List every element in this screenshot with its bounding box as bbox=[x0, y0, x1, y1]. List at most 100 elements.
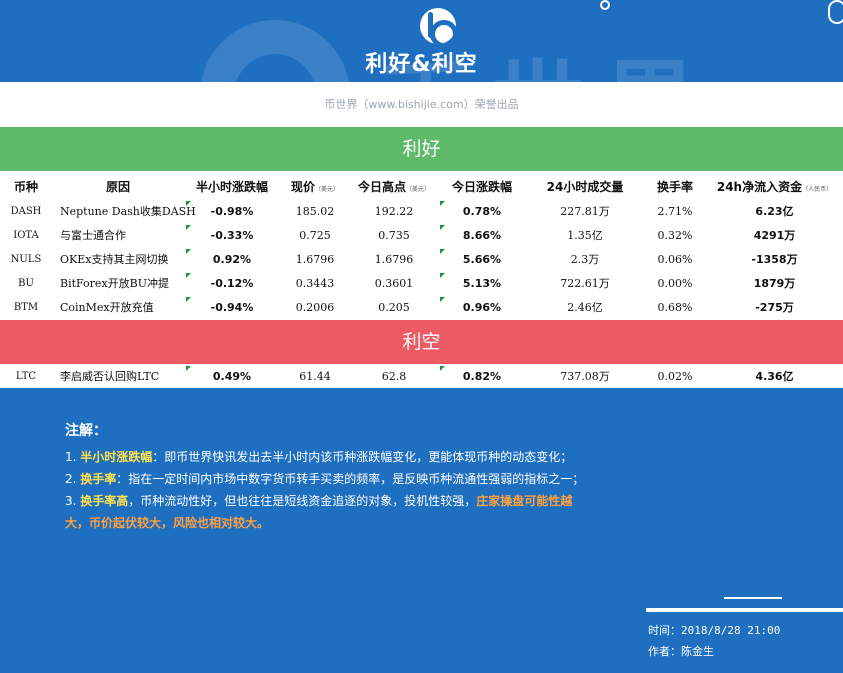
cell-volume: 2.46亿 bbox=[526, 295, 644, 319]
cell-price: 0.3443 bbox=[280, 271, 350, 295]
cell-today-change: 0.96% bbox=[438, 295, 526, 319]
cell-high-value: 0.3601 bbox=[374, 276, 414, 290]
header: 利好&利空 bbox=[0, 0, 843, 82]
cell-reason-value: BitForex开放BU冲提 bbox=[60, 277, 170, 290]
cell-half-hour-change: -0.12% bbox=[184, 271, 280, 295]
cell-netflow-value: 4291万 bbox=[753, 229, 796, 242]
cell-today-change-value: 0.96% bbox=[462, 300, 502, 314]
footer-divider bbox=[646, 608, 843, 612]
cell-symbol: IOTA bbox=[0, 223, 52, 247]
cell-turnover-value: 0.06% bbox=[657, 252, 693, 266]
table-row: BTM CoinMex开放充值 -0.94% 0.2006 0.205 0.96% 2.46… bbox=[0, 295, 843, 319]
footer-author: 作者：陈金生 bbox=[648, 641, 780, 662]
bad-news-table: LTC 李启威否认回购LTC 0.49% 61.44 62.8 0.82% 737.08万 0… bbox=[0, 364, 843, 388]
corner-marker-icon bbox=[440, 273, 445, 278]
cell-price-value: 185.02 bbox=[295, 204, 335, 218]
bishijie-logo-icon bbox=[420, 8, 458, 48]
cell-reason-value: OKEx支持其主网切换 bbox=[60, 253, 169, 266]
cell-reason-value: 李启威否认回购LTC bbox=[60, 370, 160, 383]
cell-today-change: 0.78% bbox=[438, 199, 526, 223]
cell-high-value: 0.735 bbox=[378, 228, 410, 242]
cell-price: 1.6796 bbox=[280, 247, 350, 271]
cell-turnover: 0.00% bbox=[644, 271, 706, 295]
cell-symbol: DASH bbox=[0, 199, 52, 223]
corner-marker-icon bbox=[186, 249, 191, 254]
cell-netflow: -275万 bbox=[706, 295, 843, 319]
cell-volume: 227.81万 bbox=[526, 199, 644, 223]
col-netflow: 24h净流入资金（人民币） bbox=[706, 173, 843, 199]
cell-half-hour-change-value: -0.12% bbox=[210, 276, 254, 290]
note-1-text: ：即币世界快讯发出去半小时内该币种涨跌幅变化，更能体现币种的动态变化； bbox=[152, 450, 573, 464]
cell-turnover: 0.02% bbox=[644, 364, 706, 388]
cell-price-value: 0.725 bbox=[299, 228, 331, 242]
note-3-text: ，币种流动性好，但也往往是短线资金追逐的对象，投机性较强， bbox=[128, 494, 477, 508]
cell-today-change-value: 0.82% bbox=[462, 369, 502, 383]
cell-volume-value: 737.08万 bbox=[560, 370, 610, 383]
cell-half-hour-change-value: 0.92% bbox=[212, 252, 252, 266]
cell-today-change-value: 8.66% bbox=[462, 228, 502, 242]
cell-netflow: 1879万 bbox=[706, 271, 843, 295]
notes-section: 注解： 1. 半小时涨跌幅：即币世界快讯发出去半小时内该币种涨跌幅变化，更能体现… bbox=[65, 420, 585, 534]
cell-high-value: 192.22 bbox=[374, 204, 414, 218]
cell-netflow: 4.36亿 bbox=[706, 364, 843, 388]
cell-high: 192.22 bbox=[350, 199, 438, 223]
cell-high: 62.8 bbox=[350, 364, 438, 388]
bad-news-banner: 利空 bbox=[0, 320, 843, 364]
table-row: NULS OKEx支持其主网切换 0.92% 1.6796 1.6796 5.66% 2.3… bbox=[0, 247, 843, 271]
subtitle: 币世界（www.bishijie.com）荣誉出品 bbox=[324, 98, 519, 111]
col-high: 今日高点（美元） bbox=[350, 173, 438, 199]
cell-netflow-value: -275万 bbox=[755, 301, 794, 314]
cell-price-value: 61.44 bbox=[299, 369, 331, 383]
col-price-unit: （美元） bbox=[315, 185, 340, 193]
cell-turnover-value: 2.71% bbox=[657, 204, 693, 218]
corner-marker-icon bbox=[186, 366, 191, 371]
cell-volume-value: 2.3万 bbox=[570, 253, 600, 266]
note-1-term: 半小时涨跌幅 bbox=[80, 450, 153, 464]
cell-symbol: BTM bbox=[0, 295, 52, 319]
cell-netflow: -1358万 bbox=[706, 247, 843, 271]
cell-price: 185.02 bbox=[280, 199, 350, 223]
cell-half-hour-change: -0.33% bbox=[184, 223, 280, 247]
footer-author-label: 作者： bbox=[648, 645, 681, 658]
cell-reason: 李启威否认回购LTC bbox=[52, 364, 184, 388]
cell-half-hour-change-value: -0.33% bbox=[210, 228, 254, 242]
cell-turnover: 0.68% bbox=[644, 295, 706, 319]
table-row: IOTA 与富士通合作 -0.33% 0.725 0.735 8.66% 1.35亿 0.32… bbox=[0, 223, 843, 247]
cell-reason: 与富士通合作 bbox=[52, 223, 184, 247]
col-netflow-label: 24h净流入资金 bbox=[716, 179, 803, 194]
cell-symbol: LTC bbox=[0, 364, 52, 388]
cell-high-value: 1.6796 bbox=[374, 252, 414, 266]
cell-price-value: 0.3443 bbox=[295, 276, 335, 290]
decorative-circle bbox=[600, 0, 610, 10]
cell-volume-value: 227.81万 bbox=[560, 205, 610, 218]
cell-symbol-value: IOTA bbox=[13, 229, 39, 241]
cell-high-value: 62.8 bbox=[381, 369, 407, 383]
cell-high: 0.205 bbox=[350, 295, 438, 319]
cell-symbol-value: BU bbox=[18, 277, 34, 289]
cell-half-hour-change-value: -0.94% bbox=[210, 300, 254, 314]
cell-netflow: 4291万 bbox=[706, 223, 843, 247]
col-reason: 原因 bbox=[105, 179, 130, 194]
note-2: 2. 换手率：指在一定时间内市场中数字货币转手买卖的频率，是反映币种流通性强弱的… bbox=[65, 468, 585, 490]
note-3-term: 换手率高 bbox=[80, 494, 129, 508]
col-price-label: 现价 bbox=[290, 179, 315, 194]
col-price: 现价（美元） bbox=[280, 173, 350, 199]
footer-time: 时间：2018/8/28 21:00 bbox=[648, 620, 780, 641]
cell-symbol-value: LTC bbox=[15, 370, 37, 382]
cell-reason-value: Neptune Dash收集DASH bbox=[60, 205, 196, 218]
note-2-prefix: 2. bbox=[65, 472, 81, 486]
cell-half-hour-change: 0.49% bbox=[184, 364, 280, 388]
col-today-change: 今日涨跌幅 bbox=[451, 179, 512, 194]
cell-half-hour-change: 0.92% bbox=[184, 247, 280, 271]
cell-volume-value: 1.35亿 bbox=[567, 229, 603, 242]
table-row: DASH Neptune Dash收集DASH -0.98% 185.02 192.22… bbox=[0, 199, 843, 223]
cell-half-hour-change-value: 0.49% bbox=[212, 369, 252, 383]
decorative-circle bbox=[828, 0, 843, 24]
cell-price-value: 1.6796 bbox=[295, 252, 335, 266]
col-netflow-unit: （人民币） bbox=[802, 185, 833, 193]
corner-marker-icon bbox=[440, 201, 445, 206]
cell-today-change-value: 5.66% bbox=[462, 252, 502, 266]
cell-half-hour-change: -0.98% bbox=[184, 199, 280, 223]
cell-volume-value: 722.61万 bbox=[560, 277, 610, 290]
cell-today-change: 5.13% bbox=[438, 271, 526, 295]
